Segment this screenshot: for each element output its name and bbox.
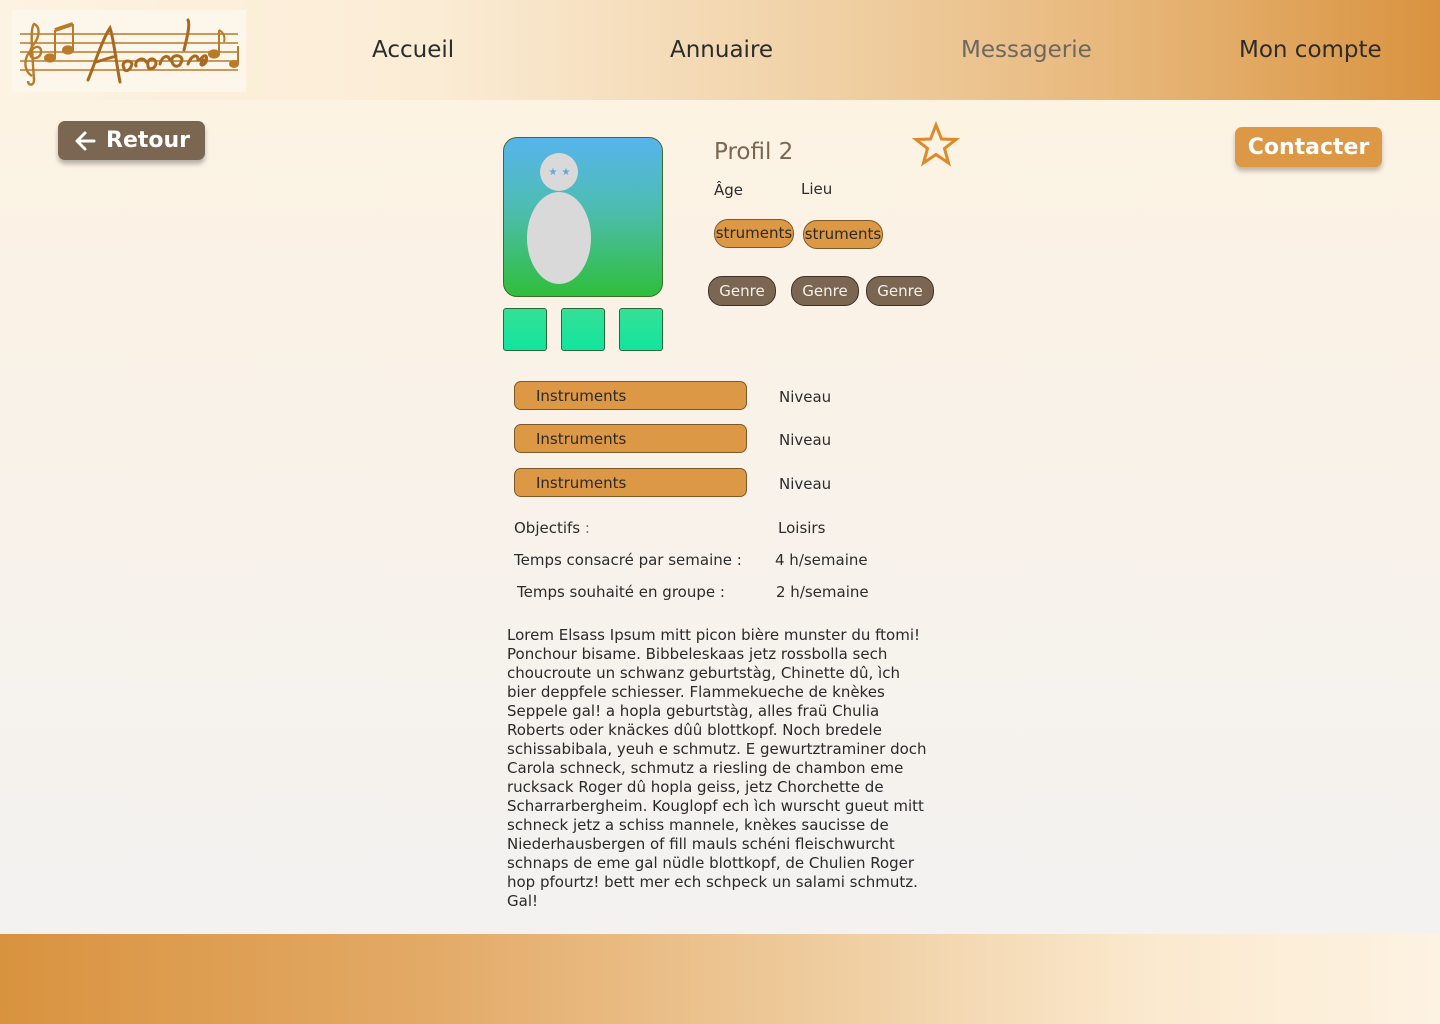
nav-mon-compte[interactable]: Mon compte — [1239, 36, 1382, 64]
objectives-label: Objectifs : — [514, 519, 590, 537]
nav-accueil[interactable]: Accueil — [372, 36, 454, 64]
accords-logo[interactable] — [12, 10, 246, 92]
group-time-value: 2 h/semaine — [776, 583, 869, 601]
svg-text:★: ★ — [549, 167, 558, 178]
back-button[interactable]: Retour — [58, 121, 205, 160]
photo-thumbnail[interactable] — [561, 308, 605, 351]
instrument-tag: Instruments — [714, 219, 794, 248]
profile-avatar[interactable]: ★ ★ — [503, 137, 663, 297]
contact-button-label: Contacter — [1247, 134, 1370, 160]
objectives-value: Loisirs — [778, 519, 826, 537]
svg-text:★: ★ — [562, 167, 571, 178]
contact-button[interactable]: Contacter — [1235, 127, 1382, 167]
profile-name: Profil 2 — [714, 139, 794, 165]
back-button-label: Retour — [106, 128, 191, 153]
genre-tag: Genre — [866, 276, 934, 306]
instrument-row-name: Instruments — [514, 424, 747, 453]
star-outline-icon[interactable] — [912, 121, 960, 169]
location-label: Lieu — [801, 180, 833, 198]
top-header: Accueil Annuaire Messagerie Mon compte — [0, 0, 1440, 100]
instrument-row-name: Instruments — [514, 468, 747, 497]
genre-tag: Genre — [791, 276, 859, 306]
weekly-time-label: Temps consacré par semaine : — [514, 551, 742, 569]
instrument-row-name: Instruments — [514, 381, 747, 410]
instrument-row-level: Niveau — [779, 475, 832, 493]
nav-messagerie[interactable]: Messagerie — [961, 36, 1092, 64]
age-label: Âge — [714, 181, 744, 199]
profile-bio: Lorem Elsass Ipsum mitt picon bière muns… — [507, 626, 927, 910]
instrument-row-level: Niveau — [779, 431, 832, 449]
genre-tag: Genre — [708, 276, 776, 306]
weekly-time-value: 4 h/semaine — [775, 551, 868, 569]
photo-thumbnail[interactable] — [503, 308, 547, 351]
user-placeholder-icon: ★ ★ — [527, 153, 591, 284]
nav-annuaire[interactable]: Annuaire — [670, 36, 773, 64]
page-footer — [0, 934, 1440, 1024]
instrument-tag: Instruments — [803, 220, 883, 249]
group-time-label: Temps souhaité en groupe : — [517, 583, 725, 601]
instrument-row-level: Niveau — [779, 388, 832, 406]
arrow-left-icon — [75, 131, 96, 150]
photo-thumbnail[interactable] — [619, 308, 663, 351]
